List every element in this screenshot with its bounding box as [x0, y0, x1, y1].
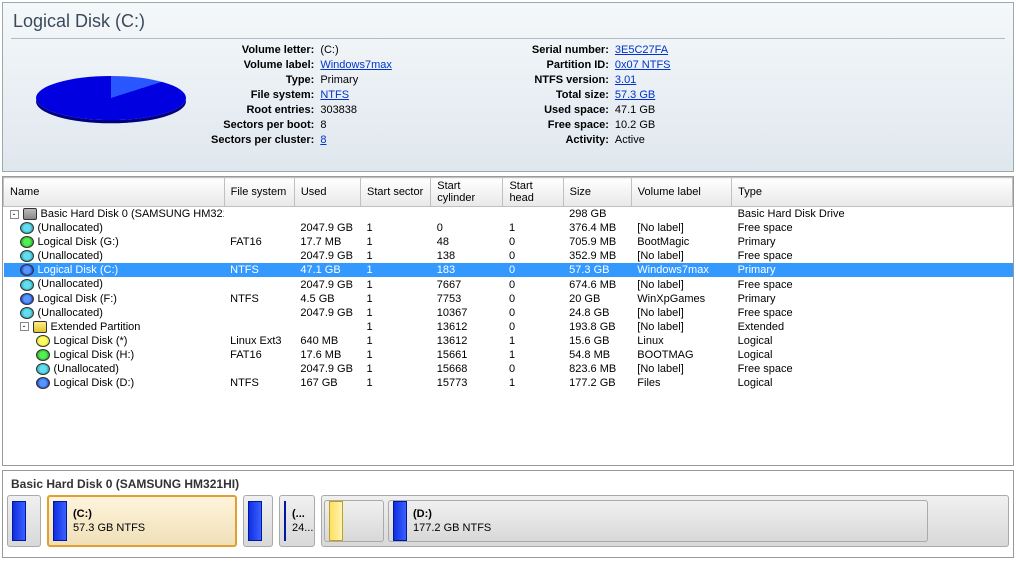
- row-name: Basic Hard Disk 0 (SAMSUNG HM321HI): [41, 208, 225, 220]
- disk-icon: [36, 377, 50, 389]
- table-row[interactable]: (Unallocated)2047.9 GB176670674.6 MB[No …: [4, 277, 1013, 291]
- disk-swatch: [248, 501, 262, 541]
- disk-icon: [20, 307, 34, 319]
- disk-map-title: Basic Hard Disk 0 (SAMSUNG HM321HI): [7, 475, 1009, 495]
- disk-map-block[interactable]: (...24...: [279, 495, 315, 547]
- properties-column-right: Serial number:Partition ID:NTFS version:…: [532, 43, 671, 148]
- row-name: Logical Disk (D:): [54, 377, 135, 389]
- row-name: (Unallocated): [38, 307, 103, 319]
- property-value[interactable]: 3.01: [615, 74, 636, 86]
- row-name: Logical Disk (F:): [38, 293, 117, 305]
- table-row[interactable]: (Unallocated)2047.9 GB110367024.8 GB[No …: [4, 306, 1013, 320]
- property-value: Active: [615, 134, 645, 146]
- table-row[interactable]: (Unallocated)2047.9 GB101376.4 MB[No lab…: [4, 221, 1013, 235]
- disk-map-block[interactable]: [324, 500, 384, 542]
- table-row[interactable]: -Extended Partition1136120193.8 GB[No la…: [4, 320, 1013, 334]
- table-row[interactable]: Logical Disk (D:)NTFS167 GB1157731177.2 …: [4, 376, 1013, 390]
- tree-toggle[interactable]: -: [10, 210, 19, 219]
- column-header[interactable]: Start cylinder: [431, 178, 503, 207]
- property-value[interactable]: 57.3 GB: [615, 89, 655, 101]
- table-row[interactable]: (Unallocated)2047.9 GB11380352.9 MB[No l…: [4, 249, 1013, 263]
- row-name: (Unallocated): [38, 250, 103, 262]
- property-value: 47.1 GB: [615, 104, 655, 116]
- property-value: 8: [320, 119, 326, 131]
- panel-title: Logical Disk (C:): [11, 7, 1005, 39]
- column-header[interactable]: Used: [294, 178, 360, 207]
- disk-map-block[interactable]: [243, 495, 273, 547]
- disk-swatch: [284, 501, 286, 541]
- row-name: (Unallocated): [38, 278, 103, 290]
- pie-chart: [11, 43, 211, 153]
- disk-icon: [20, 236, 34, 248]
- row-name: Logical Disk (H:): [54, 349, 135, 361]
- row-name: Extended Partition: [51, 321, 141, 333]
- table-row[interactable]: Logical Disk (C:)NTFS47.1 GB1183057.3 GB…: [4, 263, 1013, 277]
- disk-icon: [20, 279, 34, 291]
- column-header[interactable]: File system: [224, 178, 294, 207]
- partition-table[interactable]: NameFile systemUsedStart sectorStart cyl…: [2, 176, 1014, 466]
- property-value[interactable]: 0x07 NTFS: [615, 59, 671, 71]
- property-value: (C:): [320, 44, 338, 56]
- table-row[interactable]: Logical Disk (*)Linux Ext3640 MB11361211…: [4, 334, 1013, 348]
- disk-icon: [36, 363, 50, 375]
- disk-swatch: [12, 501, 26, 541]
- column-header[interactable]: Name: [4, 178, 225, 207]
- row-name: (Unallocated): [54, 363, 119, 375]
- disk-icon: [20, 293, 34, 305]
- disk-icon: [20, 222, 34, 234]
- disk-map-panel: Basic Hard Disk 0 (SAMSUNG HM321HI) (C:)…: [2, 470, 1014, 558]
- disk-icon: [20, 264, 34, 276]
- disk-map-label: (D:)177.2 GB NTFS: [413, 507, 491, 535]
- property-value[interactable]: Windows7max: [320, 59, 392, 71]
- row-name: (Unallocated): [38, 222, 103, 234]
- disk-map-block[interactable]: (C:)57.3 GB NTFS: [47, 495, 237, 547]
- table-row[interactable]: Logical Disk (F:)NTFS4.5 GB17753020 GBWi…: [4, 292, 1013, 306]
- row-name: Logical Disk (G:): [38, 236, 119, 248]
- disk-map-label: (C:)57.3 GB NTFS: [73, 507, 145, 535]
- disk-map-block[interactable]: (D:)177.2 GB NTFS: [388, 500, 928, 542]
- property-value: 10.2 GB: [615, 119, 655, 131]
- tree-toggle[interactable]: -: [20, 322, 29, 331]
- extended-partition-container: (D:)177.2 GB NTFS: [321, 495, 1009, 547]
- property-value: 303838: [320, 104, 357, 116]
- property-value[interactable]: NTFS: [320, 89, 349, 101]
- property-value[interactable]: 8: [320, 134, 326, 146]
- column-header[interactable]: Size: [563, 178, 631, 207]
- disk-swatch: [53, 501, 67, 541]
- property-value[interactable]: 3E5C27FA: [615, 44, 668, 56]
- properties-column-left: Volume letter:Volume label:Type:File sys…: [211, 43, 392, 148]
- column-header[interactable]: Volume label: [631, 178, 731, 207]
- disk-swatch: [393, 501, 407, 541]
- disk-icon: [36, 349, 50, 361]
- column-header[interactable]: Start head: [503, 178, 563, 207]
- disk-icon: [23, 208, 37, 220]
- disk-map-label: (...24...: [292, 507, 313, 535]
- table-row[interactable]: Logical Disk (H:)FAT1617.6 MB115661154.8…: [4, 348, 1013, 362]
- row-name: Logical Disk (*): [54, 335, 128, 347]
- column-header[interactable]: Type: [732, 178, 1013, 207]
- disk-icon: [33, 321, 47, 333]
- disk-icon: [36, 335, 50, 347]
- row-name: Logical Disk (C:): [38, 264, 119, 276]
- disk-swatch: [329, 501, 343, 541]
- disk-map-block[interactable]: [7, 495, 41, 547]
- column-header[interactable]: Start sector: [361, 178, 431, 207]
- volume-info-panel: Logical Disk (C:) Volume letter:Volume l…: [2, 2, 1014, 172]
- disk-icon: [20, 250, 34, 262]
- table-row[interactable]: -Basic Hard Disk 0 (SAMSUNG HM321HI)298 …: [4, 207, 1013, 222]
- property-value: Primary: [320, 74, 358, 86]
- table-row[interactable]: Logical Disk (G:)FAT1617.7 MB1480705.9 M…: [4, 235, 1013, 249]
- table-row[interactable]: (Unallocated)2047.9 GB1156680823.6 MB[No…: [4, 362, 1013, 376]
